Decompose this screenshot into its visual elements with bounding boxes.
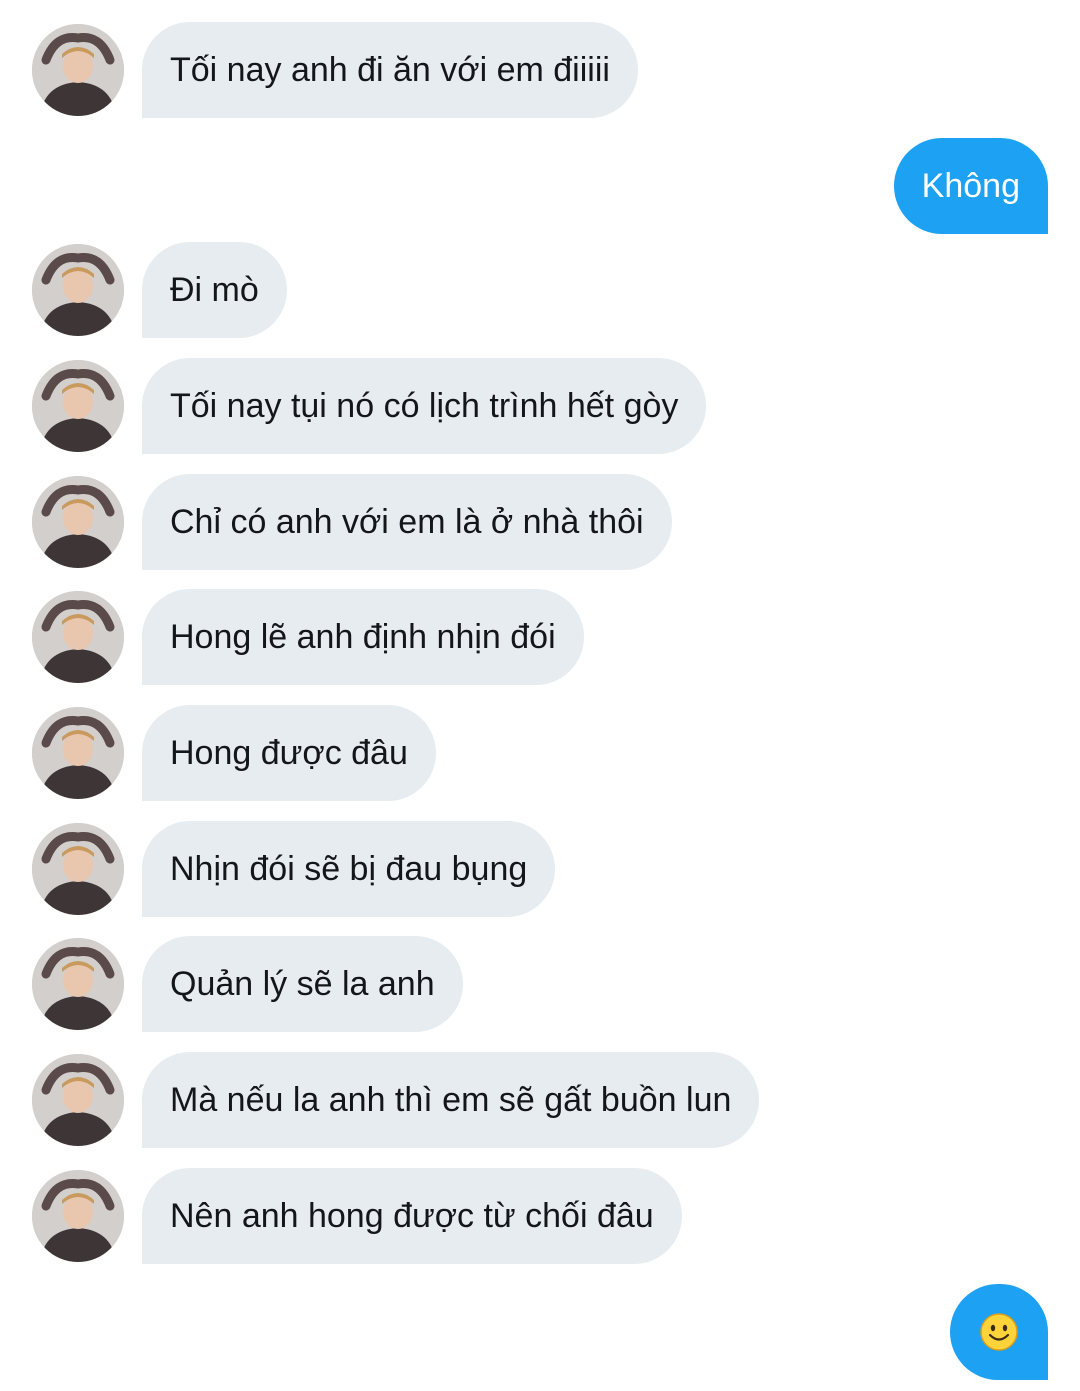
incoming-message-bubble[interactable]: Chỉ có anh với em là ở nhà thôi [142, 474, 672, 570]
incoming-message-bubble[interactable]: Hong được đâu [142, 705, 436, 801]
avatar-image [32, 1170, 124, 1262]
message-row: Tối nay anh đi ăn với em điiiii [0, 22, 1080, 118]
incoming-message-bubble[interactable]: Tối nay anh đi ăn với em điiiii [142, 22, 638, 118]
incoming-message-bubble[interactable]: Đi mò [142, 242, 287, 338]
incoming-message-bubble[interactable]: Nên anh hong được từ chối đâu [142, 1168, 682, 1264]
incoming-message-bubble[interactable]: Quản lý sẽ la anh [142, 936, 463, 1032]
message-row: Hong được đâu [0, 705, 1080, 801]
message-row: Đi mò [0, 242, 1080, 338]
incoming-message-bubble[interactable]: Nhịn đói sẽ bị đau bụng [142, 821, 556, 917]
avatar-image [32, 591, 124, 683]
avatar[interactable] [32, 938, 124, 1030]
avatar-image [32, 707, 124, 799]
avatar[interactable] [32, 591, 124, 683]
avatar[interactable] [32, 476, 124, 568]
avatar-image [32, 244, 124, 336]
message-row: Không [0, 138, 1080, 234]
message-row: Tối nay tụi nó có lịch trình hết gòy [0, 358, 1080, 454]
avatar[interactable] [32, 360, 124, 452]
avatar[interactable] [32, 24, 124, 116]
avatar[interactable] [32, 1170, 124, 1262]
avatar[interactable] [32, 823, 124, 915]
avatar-image [32, 360, 124, 452]
incoming-message-bubble[interactable]: Mà nếu la anh thì em sẽ gất buồn lun [142, 1052, 760, 1148]
outgoing-emoji-bubble[interactable] [950, 1284, 1048, 1380]
avatar-image [32, 24, 124, 116]
avatar-image [32, 823, 124, 915]
message-row: Hong lẽ anh định nhịn đói [0, 589, 1080, 685]
avatar-image [32, 1054, 124, 1146]
smiling-face-emoji-icon [980, 1313, 1018, 1351]
message-row: Nhịn đói sẽ bị đau bụng [0, 821, 1080, 917]
message-row: Quản lý sẽ la anh [0, 936, 1080, 1032]
avatar-image [32, 938, 124, 1030]
avatar[interactable] [32, 707, 124, 799]
incoming-message-bubble[interactable]: Hong lẽ anh định nhịn đói [142, 589, 584, 685]
message-row: Nên anh hong được từ chối đâu [0, 1168, 1080, 1264]
avatar[interactable] [32, 1054, 124, 1146]
message-row: Mà nếu la anh thì em sẽ gất buồn lun [0, 1052, 1080, 1148]
avatar[interactable] [32, 244, 124, 336]
outgoing-message-bubble[interactable]: Không [893, 138, 1048, 234]
message-row [0, 1284, 1080, 1380]
message-row: Chỉ có anh với em là ở nhà thôi [0, 474, 1080, 570]
avatar-image [32, 476, 124, 568]
incoming-message-bubble[interactable]: Tối nay tụi nó có lịch trình hết gòy [142, 358, 707, 454]
